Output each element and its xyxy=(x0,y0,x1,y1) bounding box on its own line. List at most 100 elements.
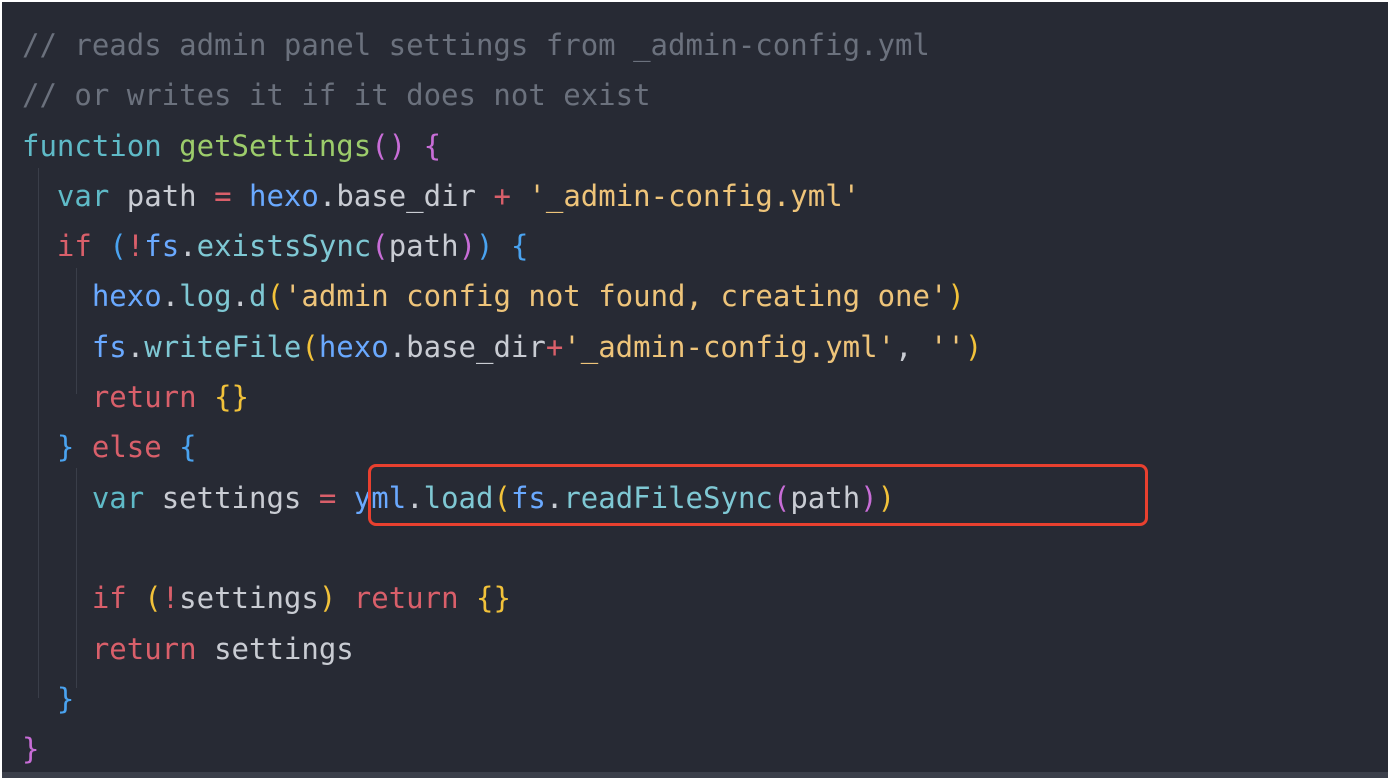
code-token: settings xyxy=(144,480,319,515)
code-editor: // reads admin panel settings from _admi… xyxy=(2,2,1388,778)
code-token: settings xyxy=(179,581,319,616)
code-token: return xyxy=(91,380,197,415)
code-token: { xyxy=(510,229,529,264)
code-token: ( xyxy=(109,229,127,264)
code-token: log xyxy=(179,279,232,314)
code-token: ( xyxy=(266,279,284,314)
code-token: getSettings xyxy=(179,128,372,163)
code-line-1: // reads admin panel settings from _admi… xyxy=(22,20,982,70)
code-token: ( xyxy=(144,581,162,616)
code-token: ) xyxy=(318,581,337,616)
code-token: , xyxy=(895,329,930,364)
code-line-2: // or writes it if it does not exist xyxy=(22,70,982,120)
code-token: ) xyxy=(947,279,965,314)
code-token: } xyxy=(22,732,40,767)
code-token: ) xyxy=(964,329,983,364)
code-token: = xyxy=(318,480,337,515)
code-token: .base_dir xyxy=(318,178,494,213)
code-token: return xyxy=(91,631,197,666)
code-token: . xyxy=(231,279,250,314)
code-line-12: if (!settings) return {} xyxy=(22,573,982,623)
code-line-5: if (!fs.existsSync(path)) { xyxy=(22,221,982,271)
code-token: } xyxy=(56,430,75,465)
code-token: ( xyxy=(371,229,389,264)
code-token: '' xyxy=(929,329,965,364)
code-token: ) xyxy=(476,229,494,264)
code-token: var xyxy=(56,178,110,213)
code-token: var xyxy=(91,480,145,515)
code-line-14: } xyxy=(22,674,982,724)
code-token: { xyxy=(179,430,197,465)
code-token: .base_dir xyxy=(388,329,546,364)
code-token: // reads admin panel settings from _admi… xyxy=(22,28,930,62)
code-token: '_admin-config.yml' xyxy=(528,178,861,213)
code-token: { xyxy=(423,128,442,163)
code-token: . xyxy=(161,279,180,314)
code-token: . xyxy=(126,329,145,364)
code-token: ! xyxy=(161,581,180,616)
code-line-7: fs.writeFile(hexo.base_dir+'_admin-confi… xyxy=(22,322,983,372)
code-line-6: hexo.log.d('admin config not found, crea… xyxy=(22,271,982,321)
code-line-15: } xyxy=(22,724,982,772)
code-token: fs xyxy=(91,329,127,364)
highlight-annotation-box xyxy=(368,464,1148,526)
code-token: else xyxy=(91,430,162,465)
code-token: hexo xyxy=(91,279,162,314)
code-token: return xyxy=(353,581,459,616)
code-token: ) xyxy=(458,229,477,264)
code-token: ! xyxy=(126,229,145,264)
code-token: path xyxy=(109,178,215,213)
code-token: settings xyxy=(196,631,354,666)
code-token: hexo xyxy=(249,178,319,213)
code-token: () xyxy=(371,128,407,163)
code-token: + xyxy=(545,329,564,364)
code-token: function xyxy=(22,128,162,163)
code-token: existsSync xyxy=(196,229,372,264)
code-line-4: var path = hexo.base_dir + '_admin-confi… xyxy=(22,171,982,221)
code-token: d xyxy=(249,279,267,314)
code-token: // or writes it if it does not exist xyxy=(22,78,651,113)
code-line-8: return {} xyxy=(22,372,982,422)
code-token: . xyxy=(179,229,197,264)
code-token: {} xyxy=(214,380,249,415)
code-token: {} xyxy=(476,581,511,616)
code-token: path xyxy=(388,229,459,264)
code-line-3: function getSettings() { xyxy=(22,121,982,171)
code-token: hexo xyxy=(318,329,389,364)
code-token: if xyxy=(56,229,92,264)
code-token: = xyxy=(214,178,232,213)
code-token: if xyxy=(91,581,127,616)
code-token: fs xyxy=(144,229,180,264)
code-token: writeFile xyxy=(144,329,302,364)
code-token: '_admin-config.yml' xyxy=(563,329,896,364)
code-line-13: return settings xyxy=(22,624,982,674)
code-token: ( xyxy=(301,329,319,364)
code-token: } xyxy=(56,681,75,716)
code-block[interactable]: // reads admin panel settings from _admi… xyxy=(22,20,983,772)
code-token: + xyxy=(493,178,511,213)
code-token: 'admin config not found, creating one' xyxy=(283,279,948,314)
